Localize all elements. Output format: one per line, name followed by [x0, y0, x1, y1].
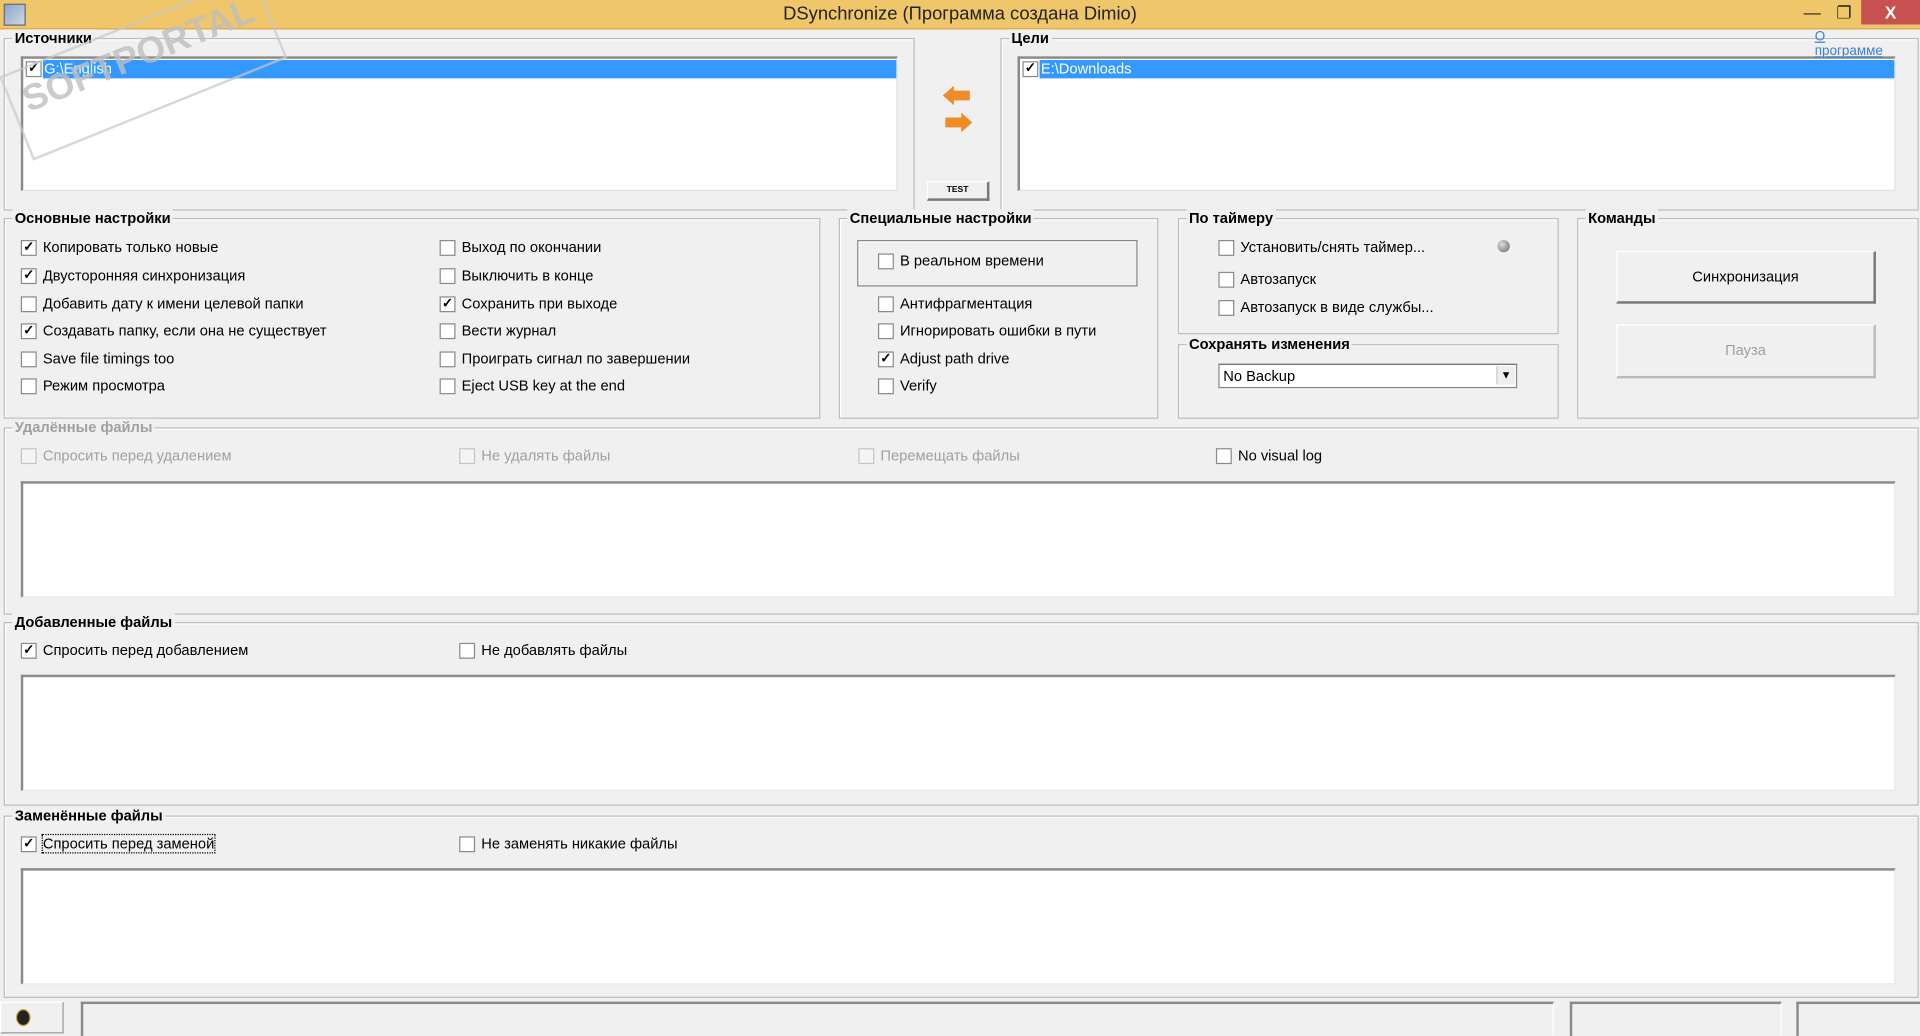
window-title: DSynchronize (Программа создана Dimio) [783, 3, 1137, 25]
replaced-option-label-0[interactable]: Спросить перед заменой [41, 833, 216, 854]
deleted-option-label-1[interactable]: Не удалять файлы [481, 447, 610, 464]
timer-option-label-2[interactable]: Автозапуск в виде службы... [1240, 299, 1433, 316]
target-item[interactable]: E:\Downloads [1039, 60, 1895, 79]
timer-group: По таймеру [1177, 209, 1559, 335]
special-settings-legend: Специальные настройки [847, 209, 1034, 227]
replaced-option-label-1[interactable]: Не заменять никакие файлы [481, 835, 677, 852]
maximize-button[interactable]: ❐ [1827, 0, 1861, 24]
chevron-down-icon[interactable]: ▼ [1496, 366, 1515, 385]
basic-checkbox-5[interactable] [20, 378, 37, 395]
basic-checkbox-10[interactable] [439, 351, 456, 368]
timer-legend: По таймеру [1186, 209, 1276, 227]
added-files-group: Добавленные файлы [3, 613, 1919, 806]
special-checkbox-3[interactable]: ✓ [877, 351, 894, 368]
special-option-label-3[interactable]: Adjust path drive [900, 350, 1009, 367]
deleted-option-label-0[interactable]: Спросить перед удалением [43, 447, 232, 464]
basic-option-label-6[interactable]: Выход по окончании [462, 239, 602, 256]
added-files-log[interactable] [20, 674, 1896, 792]
replaced-checkbox-1[interactable] [459, 836, 476, 853]
basic-checkbox-1[interactable]: ✓ [20, 268, 37, 285]
arrows-icon[interactable] [940, 83, 974, 134]
basic-option-label-2[interactable]: Добавить дату к имени целевой папки [43, 295, 304, 312]
special-option-label-0[interactable]: В реальном времени [900, 252, 1044, 269]
basic-checkbox-0[interactable]: ✓ [20, 240, 37, 256]
added-checkbox-1[interactable] [459, 642, 476, 659]
added-option-label-1[interactable]: Не добавлять файлы [481, 642, 627, 659]
added-option-label-0[interactable]: Спросить перед добавлением [43, 642, 249, 659]
status-panel-3 [1796, 1001, 1920, 1036]
minimize-button[interactable]: — [1795, 0, 1829, 24]
sync-button[interactable]: Синхронизация [1616, 251, 1876, 304]
basic-checkbox-3[interactable]: ✓ [20, 323, 37, 340]
deleted-option-label-2[interactable]: Перемещать файлы [880, 447, 1019, 464]
targets-list[interactable]: ✓ E:\Downloads [1017, 56, 1896, 192]
timer-option-label-0[interactable]: Установить/снять таймер... [1240, 239, 1425, 256]
basic-checkbox-2[interactable] [20, 296, 37, 313]
basic-checkbox-8[interactable]: ✓ [439, 296, 456, 313]
basic-checkbox-9[interactable] [439, 323, 456, 340]
timer-option-label-1[interactable]: Автозапуск [1240, 271, 1316, 288]
targets-group: Цели ✓ E:\Downloads [1000, 29, 1919, 211]
added-files-legend: Добавленные файлы [12, 613, 175, 631]
basic-option-label-5[interactable]: Режим просмотра [43, 377, 165, 394]
pause-button[interactable]: Пауза [1616, 324, 1876, 379]
deleted-option-label-3[interactable]: No visual log [1238, 447, 1322, 464]
special-option-label-2[interactable]: Игнорировать ошибки в пути [900, 322, 1096, 339]
arrow-left-icon [942, 85, 970, 106]
timer-checkbox-0[interactable] [1218, 240, 1235, 256]
status-icon-panel[interactable] [0, 1001, 64, 1034]
basic-checkbox-11[interactable] [439, 378, 456, 395]
deleted-checkbox-3[interactable] [1215, 448, 1232, 465]
basic-option-label-8[interactable]: Сохранить при выходе [462, 295, 618, 312]
arrow-right-icon [945, 112, 973, 133]
save-changes-group: Сохранять изменения No Backup ▼ [1177, 335, 1559, 419]
basic-checkbox-4[interactable] [20, 351, 37, 368]
targets-legend: Цели [1008, 29, 1052, 47]
basic-checkbox-6[interactable] [439, 240, 456, 256]
special-checkbox-0[interactable] [877, 253, 894, 270]
special-checkbox-1[interactable] [877, 296, 894, 313]
special-option-label-1[interactable]: Антифрагментация [900, 295, 1032, 312]
close-button[interactable]: X [1861, 0, 1920, 25]
replaced-checkbox-0[interactable]: ✓ [20, 836, 37, 853]
basic-option-label-1[interactable]: Двусторонняя синхронизация [43, 267, 245, 284]
deleted-checkbox-1[interactable] [459, 448, 476, 465]
commands-group: Команды Синхронизация Пауза [1577, 209, 1919, 419]
deleted-checkbox-0[interactable] [20, 448, 37, 465]
basic-option-label-3[interactable]: Создавать папку, если она не существует [43, 322, 327, 339]
backup-select[interactable]: No Backup ▼ [1218, 363, 1518, 389]
target-checkbox[interactable]: ✓ [1022, 61, 1039, 78]
basic-option-label-10[interactable]: Проиграть сигнал по завершении [462, 350, 690, 367]
basic-checkbox-7[interactable] [439, 268, 456, 285]
added-checkbox-0[interactable]: ✓ [20, 642, 37, 659]
test-button[interactable]: TEST [926, 181, 990, 201]
timer-checkbox-2[interactable] [1218, 300, 1235, 316]
basic-option-label-0[interactable]: Копировать только новые [43, 239, 219, 256]
replaced-files-log[interactable] [20, 868, 1896, 985]
timer-status-icon [1497, 240, 1510, 253]
deleted-files-log[interactable] [20, 481, 1896, 598]
deleted-files-legend: Удалённые файлы [12, 418, 155, 436]
basic-settings-legend: Основные настройки [12, 209, 174, 227]
basic-option-label-9[interactable]: Вести журнал [462, 322, 557, 339]
save-changes-legend: Сохранять изменения [1186, 335, 1353, 353]
status-panel-main [80, 1001, 1554, 1036]
deleted-checkbox-2[interactable] [858, 448, 875, 465]
basic-option-label-11[interactable]: Eject USB key at the end [462, 377, 625, 394]
timer-checkbox-1[interactable] [1218, 271, 1235, 288]
status-icon [15, 1008, 31, 1027]
replaced-files-legend: Заменённые файлы [12, 806, 166, 825]
special-checkbox-2[interactable] [877, 323, 894, 340]
special-checkbox-4[interactable] [877, 378, 894, 395]
backup-select-value: No Backup [1223, 367, 1296, 385]
status-panel-2 [1569, 1001, 1782, 1036]
special-option-label-4[interactable]: Verify [900, 377, 937, 394]
title-bar: DSynchronize (Программа создана Dimio) —… [0, 0, 1920, 30]
basic-option-label-7[interactable]: Выключить в конце [462, 267, 594, 284]
about-link[interactable]: Опрограмме [1815, 29, 1883, 58]
app-window: DSynchronize (Программа создана Dimio) —… [0, 0, 1920, 1036]
basic-option-label-4[interactable]: Save file timings too [43, 350, 174, 367]
commands-legend: Команды [1585, 209, 1658, 227]
replaced-files-group: Заменённые файлы [3, 806, 1919, 998]
